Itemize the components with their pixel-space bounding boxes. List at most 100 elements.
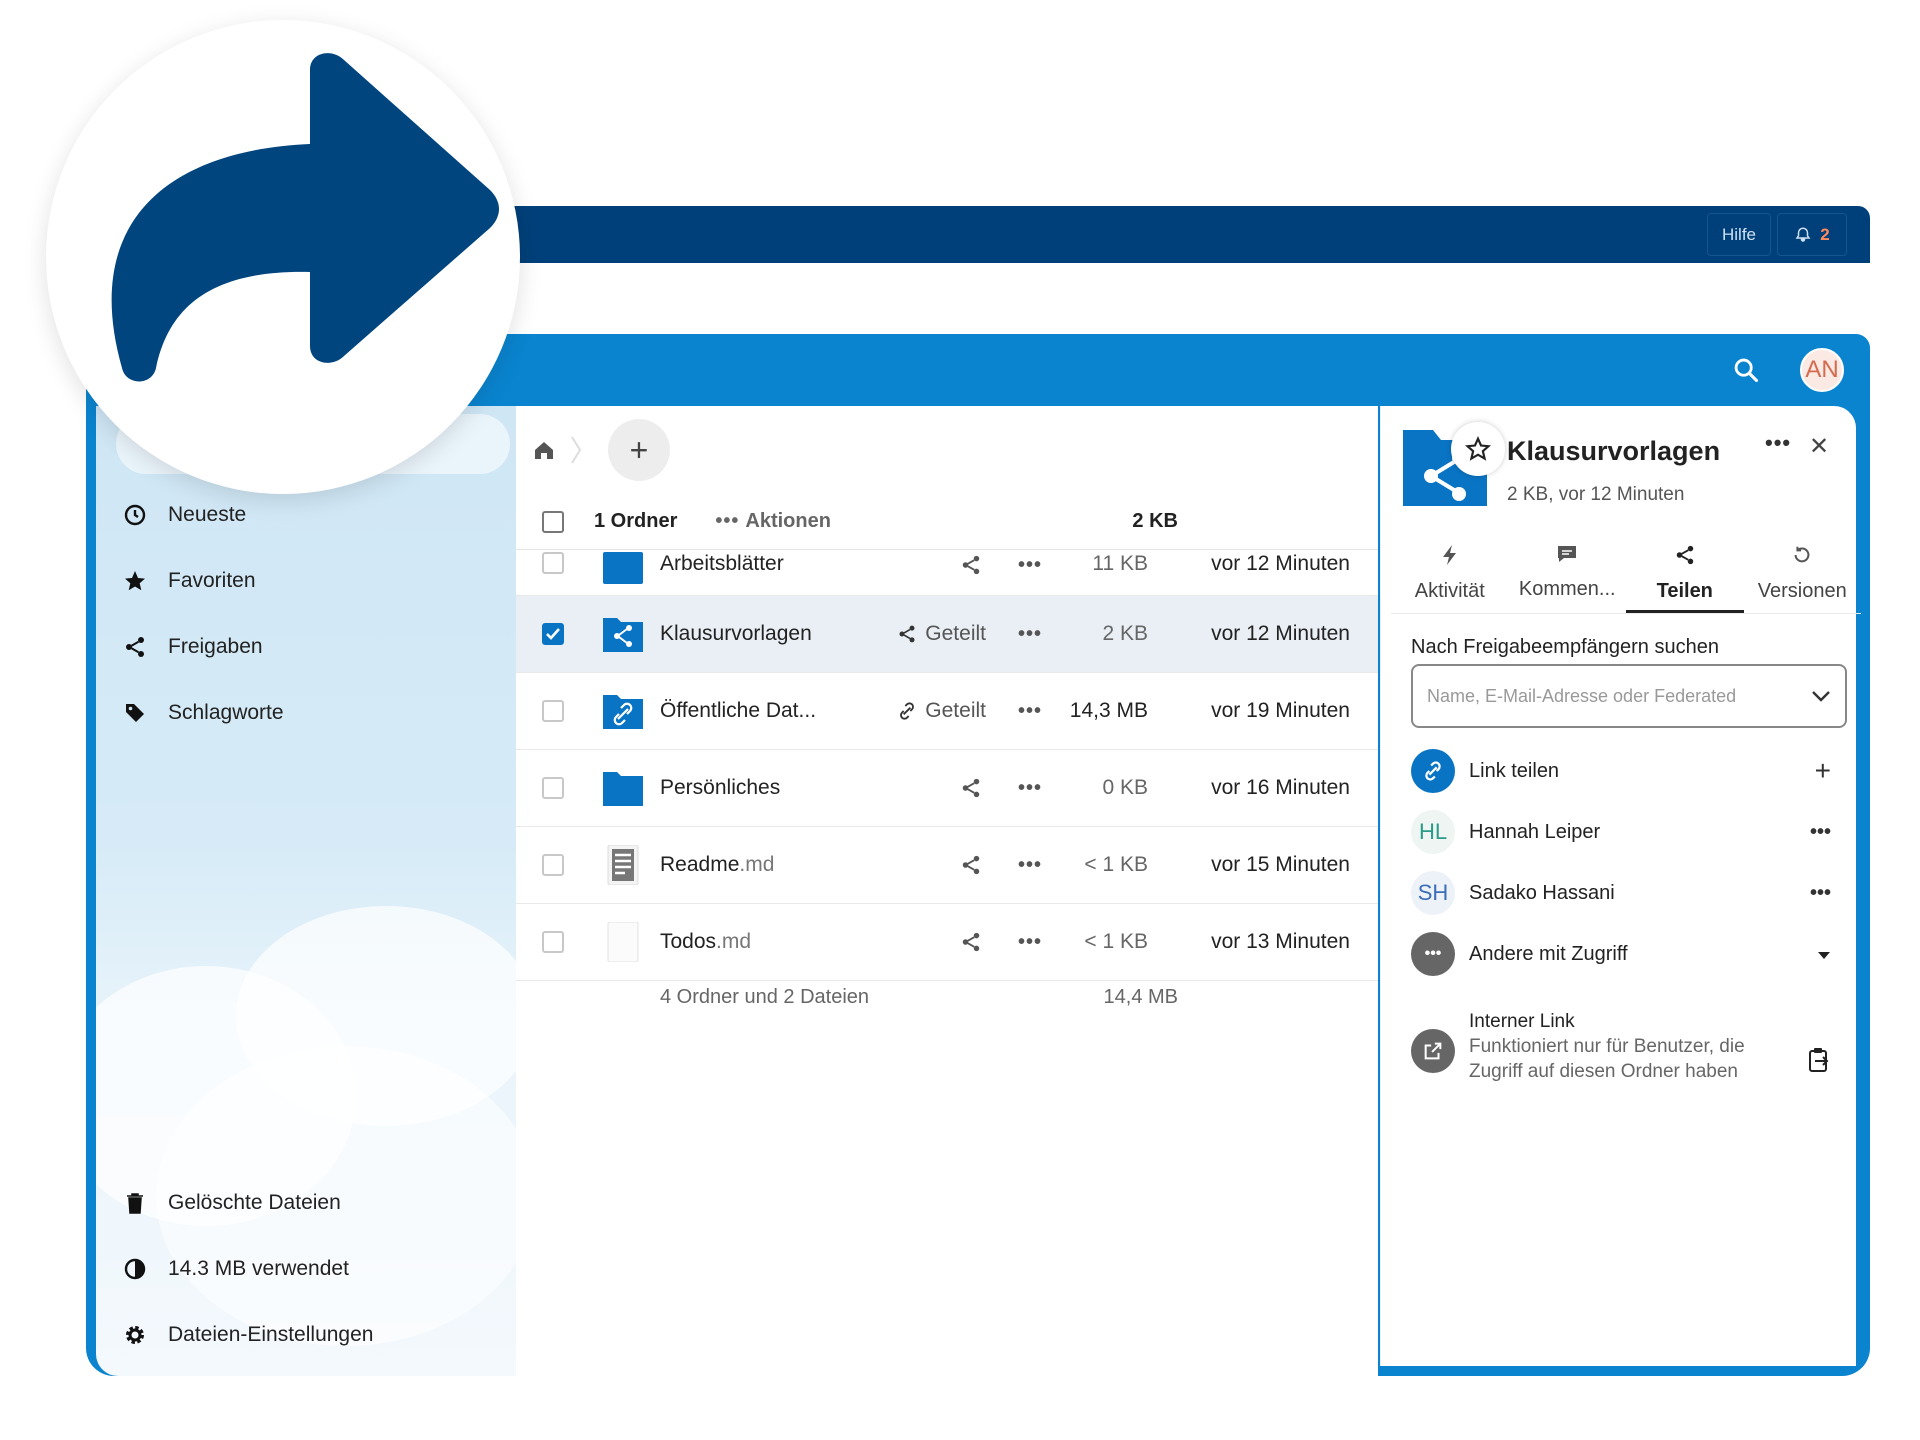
file-name[interactable]: Öffentliche Dat... (660, 699, 816, 723)
folder-icon (603, 552, 643, 584)
new-button[interactable]: + (608, 419, 670, 481)
share-icon[interactable] (956, 554, 986, 576)
sidebar-subtitle: 2 KB, vor 12 Minuten (1507, 484, 1685, 505)
search-icon[interactable] (1732, 356, 1760, 384)
nav-item-shares[interactable]: Freigaben (122, 625, 502, 669)
clipboard-icon[interactable] (1807, 1047, 1831, 1073)
details-sidebar: Klausurvorlagen 2 KB, vor 12 Minuten •••… (1380, 406, 1861, 1366)
lightning-icon (1442, 545, 1456, 565)
file-modified: vor 12 Minuten (1211, 622, 1350, 645)
tab-versions[interactable]: Versionen (1744, 534, 1862, 613)
history-icon (1794, 546, 1810, 563)
share-icon[interactable] (956, 854, 986, 876)
top-bar: Hilfe 2 (490, 206, 1870, 263)
table-row[interactable]: Readme.md ••• < 1 KB vor 15 Minuten (516, 827, 1378, 904)
table-row[interactable]: Klausurvorlagen Geteilt ••• 2 KB vor 12 … (516, 596, 1378, 673)
file-name[interactable]: Klausurvorlagen (660, 622, 812, 646)
app-window: AN Neueste Favoriten Freigaben Schlagwor… (86, 334, 1870, 1376)
tab-comments[interactable]: Kommen... (1509, 534, 1627, 613)
favorite-button[interactable] (1451, 422, 1505, 476)
nav-item-settings[interactable]: Dateien-Einstellungen (122, 1313, 502, 1357)
row-menu-button[interactable]: ••• (1018, 854, 1042, 877)
row-checkbox[interactable] (542, 777, 564, 799)
file-modified: vor 19 Minuten (1211, 699, 1350, 722)
table-row[interactable]: Öffentliche Dat... Geteilt ••• 14,3 MB v… (516, 673, 1378, 750)
sidebar-menu-button[interactable]: ••• (1765, 430, 1791, 456)
gear-icon (122, 1322, 148, 1348)
tag-icon (122, 700, 148, 726)
share-menu-button[interactable]: ••• (1810, 821, 1831, 844)
home-icon[interactable] (532, 438, 556, 462)
nav-item-recent[interactable]: Neueste (122, 493, 502, 537)
row-menu-button[interactable]: ••• (1018, 700, 1042, 723)
file-size: 11 KB (1092, 552, 1148, 575)
caret-down-icon[interactable] (1817, 943, 1831, 966)
share-search-label: Nach Freigabeempfängern suchen (1411, 636, 1719, 658)
share-entry[interactable]: SH Sadako Hassani ••• (1411, 868, 1847, 918)
nav-item-tags[interactable]: Schlagworte (122, 691, 502, 735)
share-arrow-logo-icon (111, 53, 500, 382)
row-checkbox[interactable] (542, 854, 564, 876)
row-checkbox[interactable] (542, 552, 564, 574)
internal-link-text: Interner Link Funktioniert nur für Benut… (1469, 1011, 1745, 1082)
shared-folder-icon (603, 618, 643, 652)
file-list: + 1 Ordner ••• Aktionen 2 KB Arbeitsblät… (516, 406, 1378, 1376)
text-file-icon (607, 845, 639, 885)
external-link-icon (1411, 1029, 1455, 1073)
internal-link-row: Interner Link Funktioniert nur für Benut… (1411, 1009, 1847, 1084)
more-icon: ••• (715, 510, 740, 532)
summary-size: 14,4 MB (1103, 986, 1178, 1008)
comment-icon (1558, 546, 1577, 562)
file-size: 0 KB (1102, 776, 1148, 799)
row-checkbox[interactable] (542, 931, 564, 953)
share-search-input[interactable]: Name, E-Mail-Adresse oder Federated (1411, 664, 1847, 728)
row-checkbox[interactable] (542, 623, 564, 645)
file-name[interactable]: Todos.md (660, 930, 751, 954)
notification-count: 2 (1820, 224, 1830, 244)
tab-activity[interactable]: Aktivität (1391, 534, 1509, 613)
user-avatar[interactable]: AN (1800, 348, 1844, 392)
file-modified: vor 16 Minuten (1211, 776, 1350, 799)
row-menu-button[interactable]: ••• (1018, 777, 1042, 800)
nav-item-favorites[interactable]: Favoriten (122, 559, 502, 603)
share-icon[interactable] (956, 777, 986, 799)
file-name[interactable]: Readme.md (660, 853, 774, 877)
select-all-checkbox[interactable] (542, 510, 564, 533)
table-row[interactable]: Persönliches ••• 0 KB vor 16 Minuten (516, 750, 1378, 827)
others-with-access[interactable]: ••• Andere mit Zugriff (1411, 929, 1847, 979)
nav-item-trash[interactable]: Gelöschte Dateien (122, 1181, 502, 1225)
file-size: 2 KB (1102, 622, 1148, 645)
row-checkbox[interactable] (542, 700, 564, 722)
share-link-row[interactable]: Link teilen + (1411, 746, 1847, 796)
check-icon (546, 628, 560, 640)
navigation-sidebar: Neueste Favoriten Freigaben Schlagworte … (96, 406, 516, 1376)
table-row[interactable]: Todos.md ••• < 1 KB vor 13 Minuten (516, 904, 1378, 981)
shared-status[interactable]: Geteilt (886, 622, 986, 646)
row-menu-button[interactable]: ••• (1018, 931, 1042, 954)
blank-file-icon (607, 922, 639, 962)
sidebar-tabs: Aktivität Kommen... Teilen Versionen (1391, 534, 1861, 614)
tab-sharing[interactable]: Teilen (1626, 534, 1744, 613)
file-size: < 1 KB (1084, 930, 1148, 953)
close-icon[interactable]: ✕ (1809, 432, 1829, 461)
actions-menu-button[interactable]: ••• Aktionen (715, 510, 831, 533)
notifications-button[interactable]: 2 (1777, 213, 1847, 256)
chevron-right-icon (571, 436, 582, 464)
add-link-button[interactable]: + (1815, 755, 1831, 787)
list-header: 1 Ordner ••• Aktionen 2 KB (516, 494, 1378, 550)
row-menu-button[interactable]: ••• (1018, 623, 1042, 646)
summary-count: 4 Ordner und 2 Dateien (660, 986, 870, 1008)
link-icon (1411, 749, 1455, 793)
share-icon[interactable] (956, 931, 986, 953)
file-name[interactable]: Arbeitsblätter (660, 552, 784, 576)
share-menu-button[interactable]: ••• (1810, 882, 1831, 905)
help-button[interactable]: Hilfe (1707, 213, 1771, 256)
row-menu-button[interactable]: ••• (1018, 554, 1042, 577)
avatar: SH (1411, 871, 1455, 915)
table-row[interactable]: Arbeitsblätter ••• 11 KB vor 12 Minuten (516, 552, 1378, 596)
selection-size: 2 KB (1132, 510, 1178, 532)
shared-status[interactable]: Geteilt (886, 699, 986, 723)
share-entry[interactable]: HL Hannah Leiper ••• (1411, 807, 1847, 857)
bell-icon (1795, 226, 1811, 242)
file-name[interactable]: Persönliches (660, 776, 780, 800)
